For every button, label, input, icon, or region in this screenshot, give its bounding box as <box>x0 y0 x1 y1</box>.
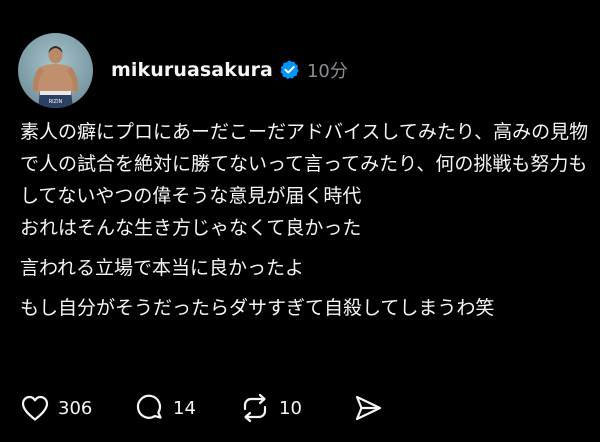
send-icon <box>353 393 383 423</box>
post-body: 素人の癖にプロにあーだこーだアドバイスしてみたり、高みの見物で人の試合を絶対に勝… <box>20 116 590 324</box>
post-paragraph: 言われる立場で本当に良かったよ <box>20 257 305 279</box>
avatar[interactable]: RIZIN <box>18 33 93 108</box>
post-meta: mikuruasakura 10分 <box>111 57 348 83</box>
thread-post: RIZIN mikuruasakura 10分 素人の癖にプロにあーだこーだアド… <box>0 0 600 442</box>
repost-button[interactable]: 10 <box>239 393 353 423</box>
like-button[interactable]: 306 <box>20 394 135 422</box>
verified-badge-icon <box>279 59 300 80</box>
heart-icon <box>20 394 50 422</box>
reply-count: 14 <box>173 397 196 419</box>
post-timestamp: 10分 <box>306 60 348 82</box>
like-count: 306 <box>58 397 93 419</box>
reply-button[interactable]: 14 <box>135 393 239 423</box>
post-actions: 306 14 10 <box>20 392 383 424</box>
repost-count: 10 <box>279 397 302 419</box>
post-paragraph: おれはそんな生き方じゃなくて良かった <box>20 217 362 239</box>
post-paragraph: 素人の癖にプロにあーだこーだアドバイスしてみたり、高みの見物で人の試合を絶対に勝… <box>20 121 589 207</box>
share-button[interactable] <box>353 393 383 423</box>
post-paragraph: もし自分がそうだったらダサすぎて自殺してしまうわ笑 <box>20 297 495 319</box>
username[interactable]: mikuruasakura <box>111 59 273 81</box>
post-header: RIZIN mikuruasakura 10分 <box>18 33 348 108</box>
svg-text:RIZIN: RIZIN <box>49 99 63 105</box>
speech-bubble-icon <box>135 393 165 423</box>
repost-arrows-icon <box>239 393 271 423</box>
